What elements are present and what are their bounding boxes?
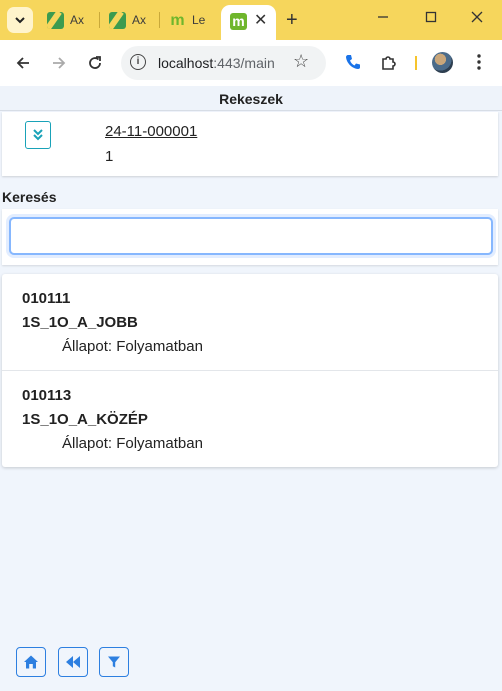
bookmark-star-icon[interactable]: ☆ xyxy=(293,51,309,72)
item-id: 010113 xyxy=(22,387,72,404)
extensions-puzzle-icon[interactable] xyxy=(378,51,400,73)
forward-arrow-icon[interactable] xyxy=(47,51,71,75)
rekesz-card: 24-11-000001 1 xyxy=(2,112,498,176)
site-info-icon[interactable]: i xyxy=(130,54,146,70)
rekesz-count: 1 xyxy=(105,148,114,165)
tab-divider xyxy=(99,12,100,28)
item-id: 010111 xyxy=(22,290,71,307)
double-chevron-down-icon xyxy=(33,129,43,141)
home-button[interactable] xyxy=(16,647,46,677)
m-favicon-icon: m xyxy=(170,11,185,29)
toolbar-divider xyxy=(415,56,417,70)
rekesz-code-link[interactable]: 24-11-000001 xyxy=(105,123,197,140)
item-name: 1S_1O_A_KÖZÉP xyxy=(22,411,148,428)
url-text[interactable]: localhost:443/main xyxy=(158,55,275,71)
item-status: Állapot: Folyamatban xyxy=(62,435,203,452)
filter-icon xyxy=(108,656,120,668)
minimize-icon[interactable] xyxy=(373,10,393,26)
search-input[interactable] xyxy=(9,217,493,255)
browser-tab-strip: Ax Ax m Le m ✕ + xyxy=(0,0,502,40)
address-bar[interactable]: i localhost:443/main ☆ xyxy=(121,46,326,80)
new-tab-button[interactable]: + xyxy=(286,9,298,32)
item-name: 1S_1O_A_JOBB xyxy=(22,314,138,331)
more-menu-icon[interactable] xyxy=(468,51,490,73)
ax-favicon-icon xyxy=(109,11,126,29)
phone-icon[interactable] xyxy=(342,51,364,73)
home-icon xyxy=(24,655,38,669)
back-button[interactable] xyxy=(58,647,88,677)
tab-2[interactable]: Ax xyxy=(109,8,146,32)
close-tab-icon[interactable]: ✕ xyxy=(254,10,267,30)
tab-divider xyxy=(159,12,160,28)
search-panel xyxy=(2,209,498,265)
tab-active[interactable]: m ✕ xyxy=(221,5,276,40)
tab-1[interactable]: Ax xyxy=(47,8,84,32)
search-label: Keresés xyxy=(2,189,57,205)
tab-3[interactable]: m Le xyxy=(169,8,205,32)
window-close-icon[interactable] xyxy=(467,10,487,26)
reload-icon[interactable] xyxy=(83,51,107,75)
back-arrow-icon[interactable] xyxy=(11,51,35,75)
tab-search-button[interactable] xyxy=(7,7,33,33)
list-item[interactable]: 010111 1S_1O_A_JOBB Állapot: Folyamatban xyxy=(2,274,498,371)
item-status: Állapot: Folyamatban xyxy=(62,338,203,355)
rekesz-list: 010111 1S_1O_A_JOBB Állapot: Folyamatban… xyxy=(2,274,498,467)
fast-backward-icon xyxy=(66,656,80,668)
expand-button[interactable] xyxy=(25,121,51,149)
profile-avatar[interactable] xyxy=(432,52,453,73)
m-favicon-icon: m xyxy=(230,13,247,30)
tab-label: Le xyxy=(192,13,206,27)
filter-button[interactable] xyxy=(99,647,129,677)
list-item[interactable]: 010113 1S_1O_A_KÖZÉP Állapot: Folyamatba… xyxy=(2,371,498,467)
tab-label: Ax xyxy=(70,13,85,27)
chevron-down-icon xyxy=(15,17,25,24)
tab-label: Ax xyxy=(132,13,147,27)
maximize-icon[interactable] xyxy=(421,10,441,26)
browser-toolbar: i localhost:443/main ☆ xyxy=(0,40,502,87)
page-title: Rekeszek xyxy=(0,86,502,111)
ax-favicon-icon xyxy=(47,11,64,29)
